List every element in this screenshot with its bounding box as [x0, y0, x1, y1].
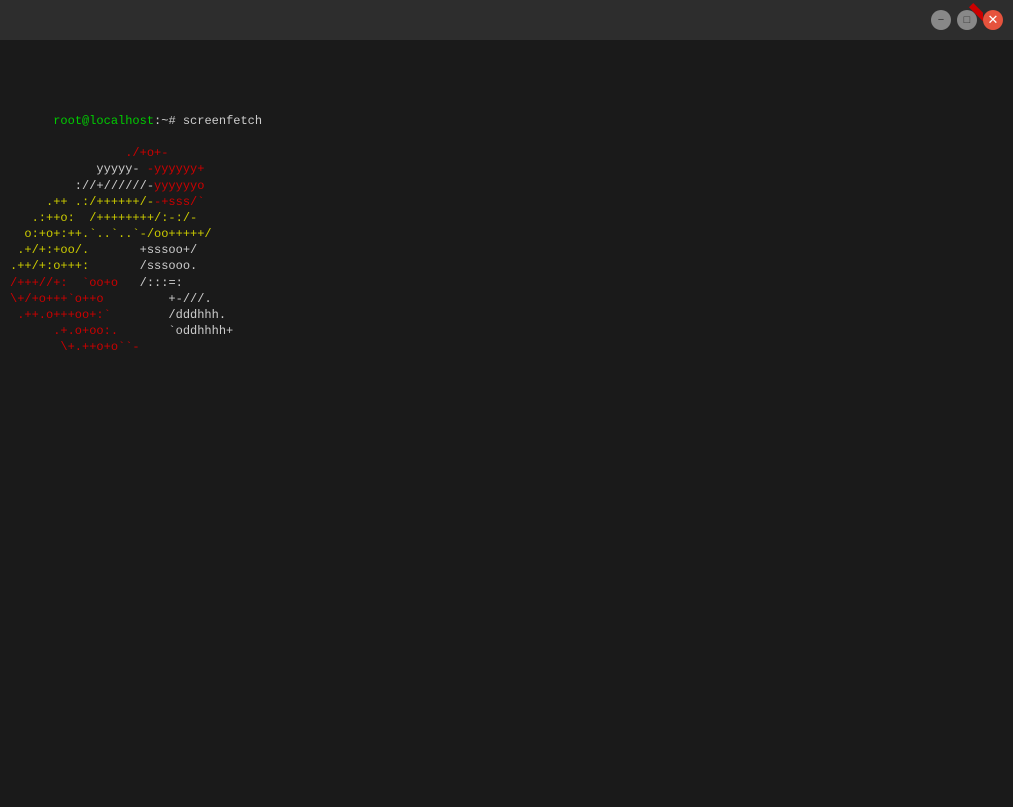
login-line: [10, 48, 1003, 97]
titlebar: − □ ✕: [0, 0, 1013, 40]
ascii-art-screenfetch: ./+o+- yyyyy- -yyyyyy+ ://+//////-yyyyyy…: [10, 145, 350, 355]
screenfetch-command: root@localhost:~# screenfetch: [10, 97, 1003, 146]
main-window: − □ ✕ root@localhost:~# screenfetch ./+o…: [0, 0, 1013, 807]
screenfetch-output: ./+o+- yyyyy- -yyyyyy+ ://+//////-yyyyyy…: [10, 145, 1003, 355]
debug-label: [969, 3, 983, 27]
close-button[interactable]: ✕: [983, 10, 1003, 30]
debug-ribbon: [923, 0, 983, 58]
terminal-content[interactable]: root@localhost:~# screenfetch ./+o+- yyy…: [0, 40, 1013, 807]
